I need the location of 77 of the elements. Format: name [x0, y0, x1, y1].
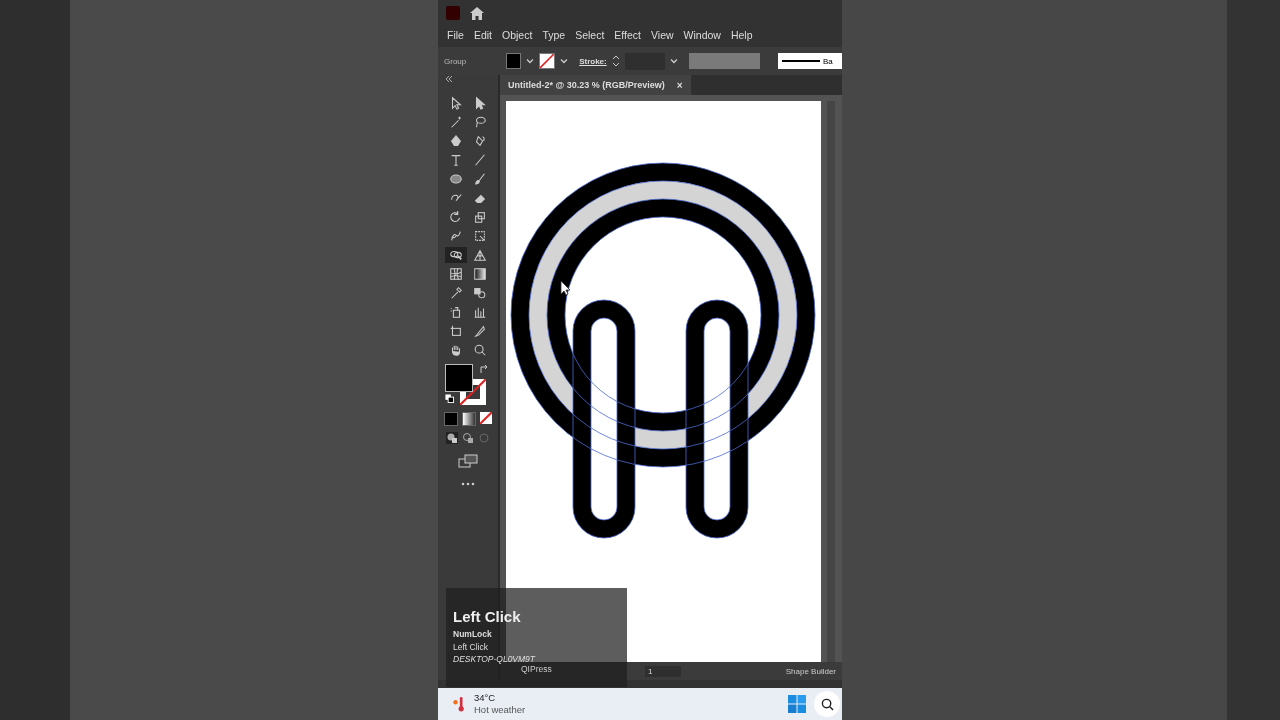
thermometer-icon[interactable]: [452, 695, 466, 713]
eyedropper-icon: [449, 286, 463, 300]
caret-icon[interactable]: [668, 56, 679, 66]
menu-item[interactable]: Effect: [609, 29, 646, 41]
pen-icon: [449, 134, 463, 148]
close-button[interactable]: ×: [676, 79, 683, 91]
spray-can-icon: [449, 305, 463, 319]
grid-icon: [473, 248, 487, 262]
hand-icon: [449, 343, 463, 357]
draw-behind-icon[interactable]: [462, 432, 474, 444]
mesh-icon: [449, 267, 463, 281]
warp-icon: [449, 229, 463, 243]
transform-icon: [473, 229, 487, 243]
line-icon: [473, 153, 487, 167]
fill-color-swatch[interactable]: [445, 364, 473, 392]
artboard-icon: [449, 324, 463, 338]
selection-type-label: Group: [444, 56, 468, 66]
search-button[interactable]: [814, 691, 840, 717]
bar-graph-icon: [473, 305, 487, 319]
rotate-icon: [449, 210, 463, 224]
arrow-pointer-icon: [473, 96, 487, 110]
caret-icon[interactable]: [525, 56, 536, 66]
weather-label[interactable]: Hot weather: [474, 704, 526, 716]
stroke-color-swatch[interactable]: [460, 379, 486, 405]
swap-arrow-icon[interactable]: [479, 364, 489, 374]
menu-item[interactable]: Type: [537, 29, 571, 41]
search-icon: [473, 343, 487, 357]
draw-normal-icon[interactable]: [446, 432, 458, 444]
app-logo-icon: [446, 6, 460, 20]
gradient-button[interactable]: [462, 412, 476, 426]
machine-name: DESKTOP-QL0VM9T: [453, 654, 537, 664]
screen-mode-icon[interactable]: [458, 454, 478, 468]
tool-button[interactable]: [445, 247, 467, 263]
menu-item[interactable]: Select: [570, 29, 610, 41]
none-button[interactable]: [480, 412, 492, 424]
home-icon[interactable]: [470, 6, 484, 20]
ellipse-icon: [449, 172, 463, 186]
artboard-number-field[interactable]: 1: [645, 665, 681, 677]
knife-icon: [473, 324, 487, 338]
menu-item[interactable]: Object: [497, 29, 538, 41]
menu-item[interactable]: View: [646, 29, 679, 41]
cursor-icon: [560, 280, 571, 296]
arrow-pointer-icon: [449, 96, 463, 110]
current-tool-label: Shape Builder: [785, 666, 836, 676]
gradient-icon: [473, 267, 487, 281]
menu-item[interactable]: Help: [725, 29, 758, 41]
temperature[interactable]: 34°C: [474, 692, 526, 704]
more-icon[interactable]: [461, 482, 475, 486]
stroke-profile-dropdown[interactable]: Ba: [778, 53, 842, 69]
pen-curve-icon: [473, 134, 487, 148]
key-history-line: NumLock: [453, 628, 493, 641]
stroke-swatch[interactable]: [539, 53, 556, 69]
spinner-icon[interactable]: [610, 53, 621, 69]
shape-builder-icon: [449, 248, 463, 262]
type-tool-icon: [449, 153, 463, 167]
document-title: Untitled-2* @ 30.23 % (RGB/Preview): [508, 80, 665, 90]
key-label: Left Click: [453, 608, 522, 625]
collapse-icon[interactable]: [444, 75, 454, 83]
stroke-label[interactable]: Stroke:: [579, 56, 607, 66]
blend-icon: [473, 286, 487, 300]
menu-item[interactable]: Window: [678, 29, 726, 41]
document-tab[interactable]: Untitled-2* @ 30.23 % (RGB/Preview) ×: [500, 75, 691, 95]
brush-icon: [473, 172, 487, 186]
start-icon[interactable]: [788, 695, 806, 713]
scrollbar[interactable]: [827, 101, 835, 662]
search-icon: [820, 697, 834, 711]
menu-item[interactable]: File: [442, 29, 469, 41]
scale-icon: [473, 210, 487, 224]
overlay-footer: QIPress: [521, 664, 552, 674]
color-button[interactable]: [444, 412, 458, 426]
default-colors-icon[interactable]: [445, 394, 454, 403]
menu-item[interactable]: Edit: [468, 29, 497, 41]
lasso-icon: [473, 115, 487, 129]
key-history-line: Left Click: [453, 641, 489, 654]
fill-swatch[interactable]: [505, 53, 522, 69]
caret-icon[interactable]: [559, 56, 570, 66]
wand-icon: [449, 115, 463, 129]
